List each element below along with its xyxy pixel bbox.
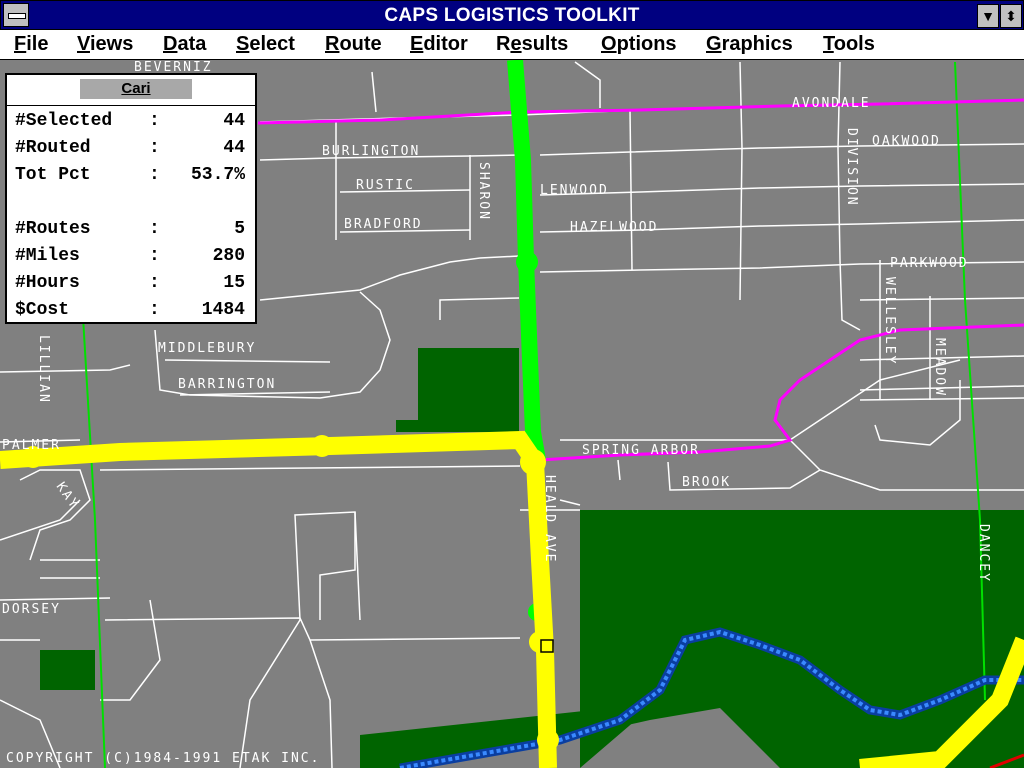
street-label: RUSTIC: [356, 178, 415, 193]
street-label: KAY: [53, 480, 82, 513]
stat-value: 53.7%: [190, 165, 245, 185]
stat-separator: :: [149, 138, 160, 158]
stat-separator: :: [149, 246, 160, 266]
street-label: DORSEY: [2, 602, 61, 617]
street-label: MIDDLEBURY: [158, 341, 256, 356]
menu-views[interactable]: Views: [77, 33, 133, 56]
stat-row: $Cost: 1484: [15, 300, 245, 326]
street-label: PALMER: [2, 438, 61, 453]
street-label: WELLESLEY: [882, 277, 897, 365]
menu-tools[interactable]: Tools: [823, 33, 875, 56]
street-label: OAKWOOD: [872, 134, 941, 149]
menu-data[interactable]: Data: [163, 33, 206, 56]
street-label: SHARON: [476, 162, 491, 221]
street-label: SPRING ARBOR: [582, 443, 700, 458]
stat-value: 1484: [201, 300, 245, 320]
street-label: LENWOOD: [540, 183, 609, 198]
stats-panel[interactable]: Cari #Selected: 44 #Routed: 44 Tot Pct: 53.7%…: [5, 73, 257, 324]
stat-value: 44: [223, 138, 245, 158]
street-label: DIVISION: [844, 128, 859, 207]
stat-label: #Routes: [15, 219, 91, 239]
menu-select[interactable]: Select: [236, 33, 295, 56]
park-area: [580, 510, 1024, 768]
stat-separator: :: [149, 273, 160, 293]
street-label: PARKWOOD: [890, 256, 969, 271]
stat-label: Tot Pct: [15, 165, 91, 185]
copyright-text: COPYRIGHT (C)1984-1991 ETAK INC.: [6, 751, 320, 766]
minimize-button[interactable]: ▼: [977, 4, 999, 28]
stat-row: Tot Pct: 53.7%: [15, 165, 245, 191]
restore-icon: ⬍: [1005, 8, 1017, 24]
street-label: AVONDALE: [792, 96, 871, 111]
stat-row: #Routed: 44: [15, 138, 245, 164]
stat-value: 15: [223, 273, 245, 293]
street-label: BURLINGTON: [322, 144, 420, 159]
street-label: BARRINGTON: [178, 377, 276, 392]
route-yellow: [0, 430, 557, 768]
stat-row: #Routes: 5: [15, 219, 245, 245]
menu-results[interactable]: Results: [496, 33, 568, 56]
stat-label: $Cost: [15, 300, 70, 320]
stats-panel-header: Cari: [7, 75, 255, 106]
restore-button[interactable]: ⬍: [1000, 4, 1022, 28]
menu-bar: File Views Data Select Route Editor Results Opt…: [0, 30, 1024, 60]
route-stop: [537, 729, 559, 751]
stat-separator: :: [149, 165, 160, 185]
street-label: MEADOW: [932, 338, 947, 397]
stat-row: #Miles: 280: [15, 246, 245, 272]
menu-graphics[interactable]: Graphics: [706, 33, 793, 56]
stat-label: #Selected: [15, 111, 113, 131]
menu-route[interactable]: Route: [325, 33, 382, 56]
city-boundary: [257, 98, 1024, 125]
street-label: BROOK: [682, 475, 731, 490]
minimize-icon: ▼: [981, 8, 995, 24]
stats-panel-title[interactable]: Cari: [80, 79, 192, 99]
stat-separator: :: [149, 219, 160, 239]
stat-label: #Hours: [15, 273, 80, 293]
park-area: [40, 650, 95, 690]
stat-row: #Selected: 44: [15, 111, 245, 137]
stat-label: #Routed: [15, 138, 91, 158]
street-label: DANCEY: [976, 524, 991, 583]
stat-label: #Miles: [15, 246, 80, 266]
street-label: LILLIAN: [36, 335, 51, 404]
park-area: [396, 348, 519, 432]
street-label: HAZELWOOD: [570, 220, 658, 235]
stat-value: 280: [212, 246, 245, 266]
stat-value: 5: [234, 219, 245, 239]
street-label: HEALD AVE: [542, 475, 557, 563]
stat-value: 44: [223, 111, 245, 131]
menu-options[interactable]: Options: [601, 33, 677, 56]
route-stop: [529, 631, 551, 653]
route-stop: [516, 251, 538, 273]
stat-separator: :: [149, 111, 160, 131]
stat-separator: :: [149, 300, 160, 320]
stat-row: #Hours: 15: [15, 273, 245, 299]
street-label: BRADFORD: [344, 217, 423, 232]
window-title: CAPS LOGISTICS TOOLKIT: [384, 5, 640, 26]
menu-file[interactable]: File: [14, 33, 48, 56]
route-stop: [520, 449, 546, 475]
route-stop: [311, 435, 333, 457]
title-bar: CAPS LOGISTICS TOOLKIT ▼ ⬍: [0, 0, 1024, 30]
menu-editor[interactable]: Editor: [410, 33, 468, 56]
